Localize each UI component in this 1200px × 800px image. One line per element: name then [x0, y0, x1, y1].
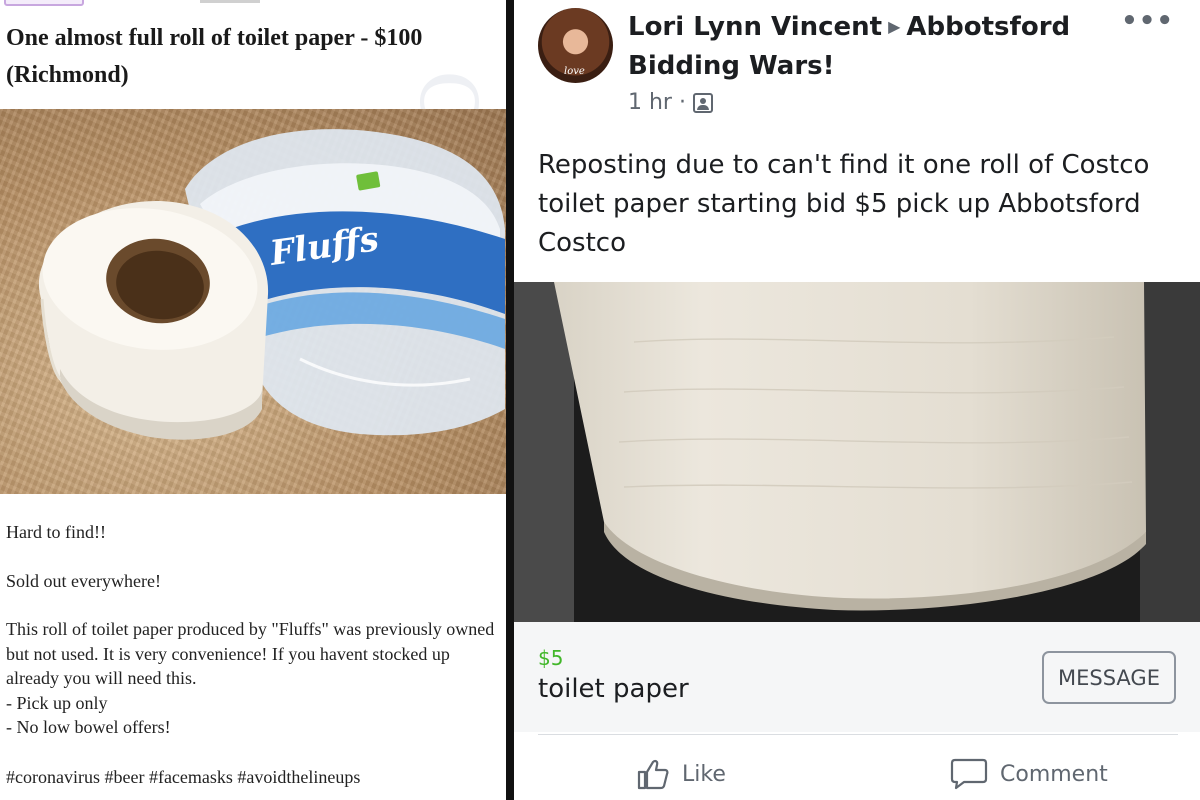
hashtags[interactable]: #coronavirus #beer #facemasks #avoidthel… [6, 765, 498, 790]
toilet-roll-closeup-art [514, 282, 1200, 622]
comment-button[interactable]: Comment [950, 752, 1108, 796]
toilet-roll-photo-art: Fluffs [38, 129, 505, 440]
classified-listing-panel: C S One almost full roll of toilet paper… [0, 0, 506, 800]
triangle-right-icon: ▶ [888, 17, 901, 36]
top-divider [200, 0, 260, 3]
group-icon [692, 92, 713, 113]
description-bullet: - No low bowel offers! [6, 717, 171, 737]
like-label: Like [682, 761, 726, 787]
actions-divider [538, 734, 1178, 735]
panel-divider [506, 0, 514, 800]
facebook-post-panel: love Lori Lynn Vincent ▶ Abbotsford Biddin… [514, 0, 1200, 800]
like-button[interactable]: Like [636, 752, 726, 796]
description-bullet: - Pick up only [6, 692, 108, 713]
listing-tag-badge [4, 0, 84, 6]
avatar-signature: love [564, 66, 585, 77]
listing-title: One almost full roll of toilet paper - $… [6, 25, 423, 88]
comment-label: Comment [1000, 761, 1108, 787]
post-photo[interactable] [514, 282, 1200, 622]
comment-bubble-icon [950, 758, 988, 790]
item-price: $5 [538, 646, 564, 670]
author-name[interactable]: Lori Lynn Vincent [628, 12, 882, 42]
post-meta: 1 hr · [628, 90, 713, 115]
message-button[interactable]: MESSAGE [1042, 651, 1176, 704]
dot-separator: · [678, 90, 686, 115]
post-header: Lori Lynn Vincent ▶ Abbotsford Bidding War… [628, 9, 1098, 85]
listing-description: Hard to find!! Sold out everywhere! This… [6, 520, 498, 789]
listing-photo[interactable]: Fluffs [0, 109, 506, 494]
description-line: Sold out everywhere! [6, 570, 161, 591]
thumbs-up-icon [637, 759, 669, 790]
more-options-icon[interactable]: ••• [1121, 6, 1174, 36]
avatar[interactable]: love [538, 8, 613, 83]
item-name[interactable]: toilet paper [538, 674, 689, 704]
description-line: Hard to find!! [6, 522, 106, 542]
post-time[interactable]: 1 hr [628, 90, 672, 115]
description-paragraph: This roll of toilet paper produced by "F… [6, 619, 495, 688]
post-text: Reposting due to can't find it one roll … [538, 150, 1150, 258]
